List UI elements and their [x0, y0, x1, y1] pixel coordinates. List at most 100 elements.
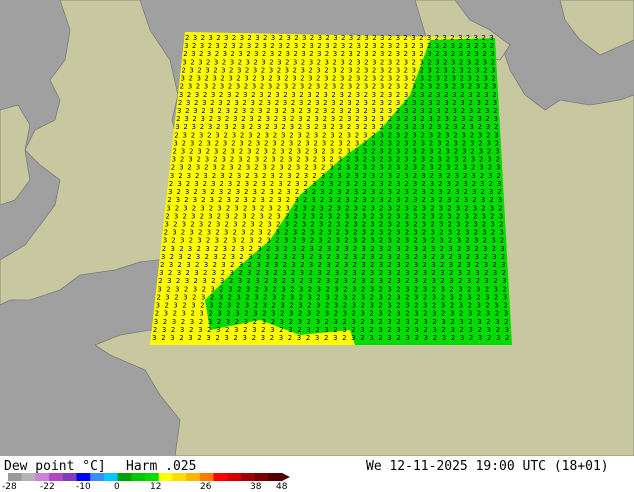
value-label: 2	[363, 139, 367, 147]
value-label: 3	[183, 294, 187, 302]
value-label: 3	[237, 66, 241, 74]
value-label: 3	[188, 245, 192, 253]
value-label: 3	[261, 58, 265, 66]
value-label: 3	[441, 318, 445, 326]
value-label: 3	[494, 131, 498, 139]
value-label: 3	[421, 188, 425, 196]
value-label: 3	[456, 204, 460, 212]
value-label: 3	[437, 156, 441, 164]
value-label: 3	[253, 188, 257, 196]
value-label: 3	[346, 180, 350, 188]
value-label: 3	[212, 75, 216, 83]
value-label: 3	[220, 83, 224, 91]
value-label: 3	[319, 221, 323, 229]
value-label: 3	[337, 188, 341, 196]
value-label: 2	[187, 253, 191, 261]
value-label: 2	[380, 123, 384, 131]
value-label: 2	[440, 245, 444, 253]
value-label: 3	[256, 261, 260, 269]
value-label: 2	[245, 66, 249, 74]
value-label: 3	[404, 107, 408, 115]
value-label: 3	[181, 75, 185, 83]
value-label: 2	[212, 83, 216, 91]
value-label: 2	[263, 34, 267, 42]
value-label: 3	[404, 188, 408, 196]
value-label: 2	[218, 196, 222, 204]
value-label: 2	[205, 253, 209, 261]
value-label: 3	[318, 253, 322, 261]
value-label: 2	[379, 237, 383, 245]
value-label: 3	[481, 196, 485, 204]
value-label: 3	[453, 123, 457, 131]
value-label: 3	[414, 261, 418, 269]
value-label: 3	[380, 66, 384, 74]
value-label: 3	[201, 294, 205, 302]
value-label: 2	[429, 139, 433, 147]
value-label: 3	[215, 237, 219, 245]
value-label: 3	[345, 196, 349, 204]
value-label: 2	[379, 172, 383, 180]
value-label: 3	[208, 34, 212, 42]
value-label: 3	[182, 310, 186, 318]
value-label: 2	[284, 75, 288, 83]
value-label: 2	[299, 107, 303, 115]
value-label: 3	[491, 237, 495, 245]
value-label: 3	[284, 83, 288, 91]
value-label: 2	[340, 66, 344, 74]
value-label: 3	[217, 310, 221, 318]
value-label: 3	[379, 277, 383, 285]
value-label: 2	[176, 115, 180, 123]
value-label: 2	[327, 253, 331, 261]
value-label: 2	[396, 204, 400, 212]
value-label: 3	[286, 34, 290, 42]
value-label: 2	[404, 83, 408, 91]
value-label: 3	[276, 75, 280, 83]
value-label: 2	[380, 42, 384, 50]
value-label: 2	[293, 50, 297, 58]
value-label: 2	[245, 294, 249, 302]
value-label: 2	[315, 107, 319, 115]
value-label: 3	[370, 269, 374, 277]
value-label: 2	[310, 237, 314, 245]
value-label: 2	[379, 285, 383, 293]
legend-swatch	[227, 473, 242, 481]
value-label: 3	[448, 245, 452, 253]
value-label: 2	[387, 310, 391, 318]
value-label: 3	[228, 180, 232, 188]
legend-swatch	[186, 473, 201, 481]
value-label: 2	[396, 58, 400, 66]
value-label: 3	[205, 156, 209, 164]
value-label: 3	[193, 107, 197, 115]
value-label: 2	[412, 123, 416, 131]
value-label: 3	[352, 285, 356, 293]
value-label: 3	[210, 196, 214, 204]
value-label: 2	[331, 91, 335, 99]
value-label: 2	[225, 115, 229, 123]
value-label: 3	[405, 334, 409, 342]
value-label: 3	[267, 99, 271, 107]
value-label: 3	[280, 302, 284, 310]
value-label: 2	[492, 261, 496, 269]
value-label: 2	[484, 269, 488, 277]
value-label: 3	[469, 326, 473, 334]
value-label: 3	[243, 334, 247, 342]
value-label: 3	[487, 156, 491, 164]
value-label: 2	[448, 253, 452, 261]
value-label: 2	[207, 326, 211, 334]
value-label: 2	[355, 115, 359, 123]
value-label: 3	[421, 172, 425, 180]
value-label: 2	[306, 334, 310, 342]
value-label: 3	[286, 188, 290, 196]
value-label: 3	[456, 221, 460, 229]
value-label: 2	[478, 139, 482, 147]
value-label: 3	[308, 277, 312, 285]
value-label: 2	[396, 237, 400, 245]
value-label: 2	[372, 66, 376, 74]
value-label: 3	[489, 34, 493, 42]
value-label: 2	[216, 34, 220, 42]
value-label: 3	[257, 245, 261, 253]
value-label: 2	[251, 212, 255, 220]
value-label: 3	[238, 277, 242, 285]
value-label: 2	[296, 156, 300, 164]
value-label: 2	[204, 164, 208, 172]
